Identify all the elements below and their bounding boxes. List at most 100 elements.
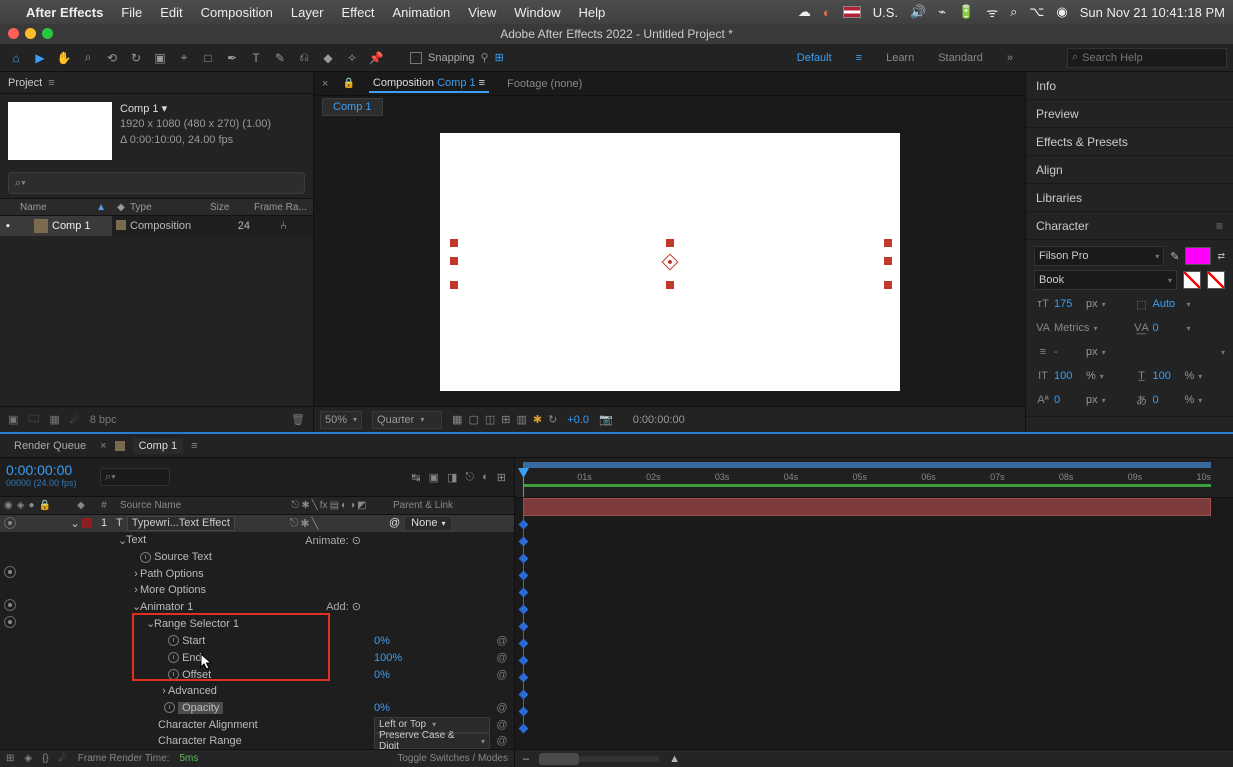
minimize-window-button[interactable] (25, 28, 36, 39)
timeline-comp-tab[interactable]: Comp 1 (133, 438, 184, 454)
prop-advanced[interactable]: ›Advanced (0, 683, 514, 700)
panel-menu-icon[interactable]: ≡ (1216, 219, 1223, 233)
menu-effect[interactable]: Effect (341, 5, 374, 20)
tl-foot-icon[interactable]: ☄ (59, 753, 68, 764)
pickwhip-icon[interactable]: @ (389, 517, 400, 529)
orbit-tool[interactable]: ⟲ (102, 48, 122, 68)
stopwatch-icon[interactable] (168, 669, 179, 680)
stopwatch-icon[interactable] (168, 652, 179, 663)
bluetooth-icon[interactable]: ⌁ (938, 4, 946, 20)
expression-icon[interactable]: @ (490, 719, 514, 731)
keyframe-marker[interactable] (519, 724, 529, 734)
panel-character-header[interactable]: Character≡ (1026, 212, 1233, 240)
keyframe-marker[interactable] (519, 690, 529, 700)
home-button[interactable]: ⌂ (6, 48, 26, 68)
layer-row[interactable]: ⌄ 1 T Typewri...Text Effect ⎋ ✱ ╲ @ None… (0, 515, 514, 533)
composition-viewport[interactable] (314, 118, 1025, 406)
puppet-tool[interactable]: 📌 (366, 48, 386, 68)
layer-label-color[interactable] (82, 518, 92, 528)
prop-offset[interactable]: Offset 0% @ (0, 666, 514, 683)
panel-preview[interactable]: Preview (1026, 100, 1233, 128)
font-size-value[interactable]: 175 (1054, 298, 1084, 310)
prop-range-selector[interactable]: ⌄Range Selector 1 (0, 615, 514, 632)
battery-icon[interactable]: 🔋 (958, 4, 974, 20)
leading-value[interactable]: Auto (1153, 298, 1183, 310)
col-source-name[interactable]: Source Name (116, 500, 269, 511)
col-type[interactable]: Type (130, 202, 210, 213)
prop-path-options[interactable]: ›Path Options (0, 565, 514, 582)
exposure-value[interactable]: +0.0 (567, 414, 589, 426)
zoom-tool[interactable]: ⌕ (78, 48, 98, 68)
close-window-button[interactable] (8, 28, 19, 39)
switch-collapse-icon[interactable]: ✱ (301, 500, 309, 511)
stroke-color-swatch[interactable] (1183, 271, 1201, 289)
expression-icon[interactable]: @ (490, 702, 514, 714)
toggle-switches-modes[interactable]: Toggle Switches / Modes (397, 753, 508, 764)
roto-tool[interactable]: ✧ (342, 48, 362, 68)
search-icon[interactable]: ⌕ (1010, 4, 1017, 20)
visibility-toggle[interactable] (4, 566, 16, 578)
keyframe-marker[interactable] (519, 571, 529, 581)
project-row-flowchart-icon[interactable]: ⑃ (280, 220, 287, 232)
footage-tab[interactable]: Footage (none) (503, 76, 586, 92)
transparency-grid-icon[interactable]: ▦ (452, 413, 462, 426)
stroke-width-value[interactable]: - (1054, 346, 1084, 358)
mask-toggle-icon[interactable]: ▢ (468, 413, 478, 426)
camera-tool[interactable]: ▣ (150, 48, 170, 68)
tsume-value[interactable]: 0 (1153, 394, 1183, 406)
timeline-zoom-slider[interactable] (539, 756, 659, 762)
keyframe-marker[interactable] (519, 537, 529, 547)
stopwatch-icon[interactable] (140, 552, 151, 563)
selection-tool[interactable]: ▶ (30, 48, 50, 68)
menu-view[interactable]: View (468, 5, 496, 20)
zoom-in-icon[interactable]: ▲ (669, 753, 680, 765)
panel-menu-icon[interactable]: ≡ (48, 77, 54, 89)
layer-handle[interactable] (884, 257, 892, 265)
prop-animator[interactable]: ⌄Animator 1 Add: ⊙ (0, 599, 514, 616)
layer-switch[interactable]: ⎋ (290, 517, 299, 530)
fill-color-swatch[interactable] (1185, 247, 1211, 265)
menubar-clock[interactable]: Sun Nov 21 10:41:18 PM (1080, 5, 1225, 20)
motion-blur-icon[interactable]: ◐ (482, 471, 489, 483)
composition-canvas[interactable] (440, 133, 900, 391)
layer-name[interactable]: Typewri...Text Effect (127, 516, 235, 531)
menu-file[interactable]: File (121, 5, 142, 20)
vscale-value[interactable]: 100 (1054, 370, 1084, 382)
prop-opacity[interactable]: Opacity 0% @ (0, 700, 514, 717)
expression-icon[interactable]: @ (490, 635, 514, 647)
keyframe-marker[interactable] (519, 605, 529, 615)
project-search[interactable]: ⌕▾ (8, 172, 305, 194)
input-source-icon[interactable] (843, 6, 861, 18)
menu-help[interactable]: Help (578, 5, 605, 20)
expression-icon[interactable]: @ (490, 652, 514, 664)
stopwatch-icon[interactable] (168, 635, 179, 646)
shy-icon[interactable]: ◨ (447, 471, 457, 484)
label-color-swatch[interactable] (116, 220, 126, 230)
prop-end[interactable]: End 100% @ (0, 649, 514, 666)
clone-tool[interactable]: ⎌ (294, 48, 314, 68)
input-source-label[interactable]: U.S. (873, 5, 898, 20)
close-tab-icon[interactable]: × (322, 78, 328, 90)
wifi-icon[interactable]: ᯤ (986, 3, 998, 21)
grid-icon[interactable]: ⊞ (501, 413, 510, 426)
brush-tool[interactable]: ✎ (270, 48, 290, 68)
keyframe-marker[interactable] (519, 707, 529, 717)
pan-behind-tool[interactable]: ⌖ (174, 48, 194, 68)
workspace-default[interactable]: Default (797, 52, 832, 64)
col-label-icon[interactable]: ◆ (112, 202, 130, 213)
layer-video-toggle[interactable] (4, 517, 16, 529)
current-time-indicator[interactable] (523, 468, 524, 497)
type-tool[interactable]: T (246, 48, 266, 68)
solo-col-icon[interactable]: ● (28, 500, 34, 511)
stopwatch-icon[interactable] (164, 702, 175, 713)
tl-foot-icon[interactable]: {} (42, 753, 49, 764)
draft3d-icon[interactable]: ▣ (429, 471, 439, 484)
video-col-icon[interactable]: ◉ (4, 500, 13, 511)
panel-align[interactable]: Align (1026, 156, 1233, 184)
app-menu[interactable]: After Effects (26, 5, 103, 20)
keyframe-marker[interactable] (519, 520, 529, 530)
delete-icon[interactable]: 🗑 (291, 413, 305, 426)
mac-menubar[interactable]: After Effects File Edit Composition Laye… (0, 0, 1233, 24)
bpc-button[interactable]: 8 bpc (90, 414, 117, 426)
magnification-dropdown[interactable]: 50%▾ (320, 411, 362, 429)
